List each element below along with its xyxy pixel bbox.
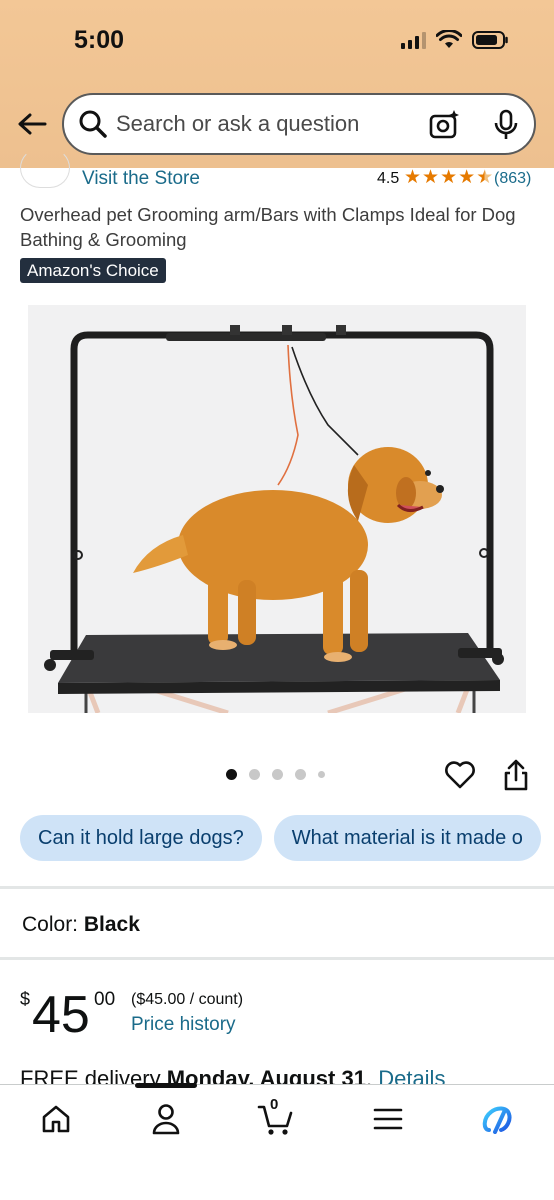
price-whole: 45 <box>32 986 90 1044</box>
cellular-signal-icon <box>401 31 426 49</box>
unit-price: ($45.00 / count) <box>131 991 244 1008</box>
tab-home[interactable] <box>36 1099 76 1139</box>
bottom-tab-bar: 0 <box>0 1084 554 1200</box>
status-icons <box>401 30 510 50</box>
price-currency: $ <box>20 989 31 1009</box>
carousel-dot <box>226 769 237 780</box>
section-divider <box>0 957 554 960</box>
color-label: Color: <box>22 913 79 936</box>
rufus-ai-icon <box>482 1106 512 1134</box>
scroll-indicator <box>135 1083 197 1088</box>
star-full-icon: ★ <box>404 167 422 188</box>
star-full-icon: ★ <box>422 167 440 188</box>
star-rating[interactable]: ★ ★ ★ ★ ★ <box>404 168 493 188</box>
wifi-icon <box>436 30 462 48</box>
microphone-icon[interactable] <box>492 109 520 141</box>
product-image[interactable] <box>28 305 526 713</box>
status-bar: 5:00 <box>0 0 554 84</box>
price-fraction: 00 <box>94 989 116 1010</box>
amazons-choice-badge[interactable]: Amazon's Choice <box>20 258 166 283</box>
suggested-questions: Can it hold large dogs? What material is … <box>20 815 554 863</box>
star-half-icon: ★ <box>476 167 494 188</box>
star-full-icon: ★ <box>458 167 476 188</box>
person-icon <box>152 1104 180 1135</box>
search-bar[interactable] <box>62 93 536 155</box>
price-history-link[interactable]: Price history <box>131 1014 236 1036</box>
carousel-dot <box>272 769 283 780</box>
home-icon <box>42 1105 70 1133</box>
color-selector[interactable]: Color: Black <box>22 913 140 937</box>
share-button[interactable] <box>502 758 530 797</box>
carousel-dot <box>295 769 306 780</box>
hamburger-menu-icon <box>373 1108 403 1130</box>
back-arrow-icon <box>18 113 47 135</box>
tab-menu[interactable] <box>368 1099 408 1139</box>
rating-value: 4.5 <box>377 170 400 187</box>
tab-cart[interactable]: 0 <box>256 1096 296 1139</box>
battery-icon <box>472 31 508 49</box>
grooming-table-dog-photo <box>44 325 504 713</box>
add-to-list-button[interactable] <box>444 760 476 795</box>
store-rating-row: Visit the Store 4.5 ★ ★ ★ ★ ★ (863) <box>0 148 554 190</box>
question-chip[interactable]: Can it hold large dogs? <box>20 815 262 861</box>
tab-account[interactable] <box>146 1099 186 1139</box>
share-icon <box>504 759 528 791</box>
heart-icon <box>445 761 475 789</box>
status-time: 5:00 <box>74 26 125 54</box>
section-divider <box>0 886 554 889</box>
search-input[interactable] <box>116 95 416 153</box>
search-icon <box>79 110 107 138</box>
carousel-dot <box>249 769 260 780</box>
product-title: Overhead pet Grooming arm/Bars with Clam… <box>20 204 516 250</box>
color-value: Black <box>83 913 140 936</box>
camera-search-icon[interactable] <box>428 109 460 141</box>
image-carousel-indicator[interactable] <box>226 769 325 780</box>
app-header: 5:00 <box>0 0 554 168</box>
rating-count-link[interactable]: (863) <box>494 170 531 188</box>
star-full-icon: ★ <box>440 167 458 188</box>
store-logo[interactable] <box>20 148 70 188</box>
question-chip[interactable]: What material is it made o <box>273 815 541 861</box>
cart-count: 0 <box>270 1096 279 1113</box>
tab-rufus-ai[interactable] <box>478 1099 518 1139</box>
visit-store-link[interactable]: Visit the Store <box>82 168 200 190</box>
back-button[interactable] <box>14 106 50 142</box>
carousel-dot <box>318 771 325 778</box>
